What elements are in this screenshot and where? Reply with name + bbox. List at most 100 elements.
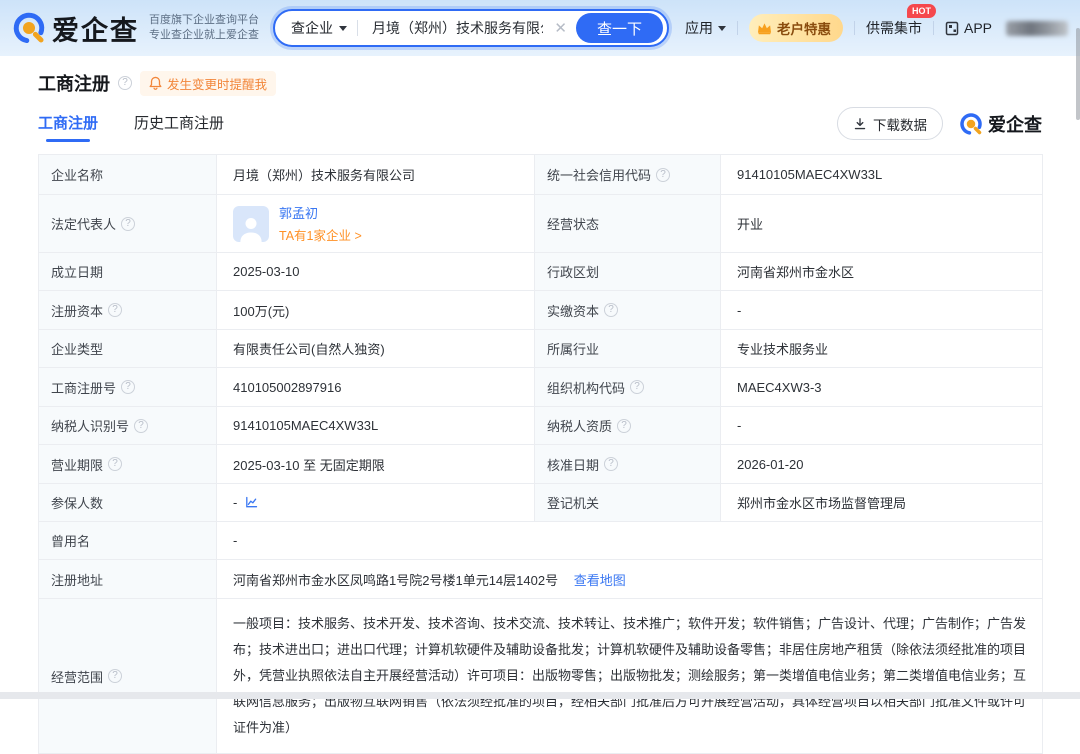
brand-tagline: 百度旗下企业查询平台 专业查企业就上爱企查 [149, 13, 259, 43]
field-label: 成立日期 [51, 262, 103, 281]
user-account-redacted[interactable] [1006, 21, 1068, 36]
field-value: - [737, 303, 741, 318]
table-row: 经营范围 一般项目：技术服务、技术开发、技术咨询、技术交流、技术转让、技术推广；… [39, 599, 1043, 754]
table-row: 注册地址 河南省郑州市金水区凤鸣路1号院2号楼1单元14层1402号 查看地图 [39, 560, 1043, 599]
brand-name: 爱企查 [52, 9, 139, 48]
field-label: 经营范围 [51, 667, 103, 686]
search-category-dropdown[interactable]: 查企业 [291, 18, 347, 38]
field-value: 100万(元) [233, 304, 289, 319]
field-label: 参保人数 [51, 493, 103, 512]
view-map-link[interactable]: 查看地图 [574, 573, 626, 588]
legal-representative-link[interactable]: 郭孟初 [279, 203, 362, 222]
download-icon [853, 117, 867, 131]
help-icon[interactable] [118, 76, 132, 90]
aiqicha-watermark: 爱企查 [959, 111, 1042, 137]
trend-chart-icon[interactable] [245, 496, 258, 509]
table-row: 参保人数 - 登记机关 郑州市金水区市场监督管理局 [39, 484, 1043, 522]
page-bottom-edge [0, 692, 1080, 699]
table-row: 企业类型 有限责任公司(自然人独资) 所属行业 专业技术服务业 [39, 330, 1043, 368]
help-icon[interactable] [108, 669, 122, 683]
help-icon[interactable] [108, 303, 122, 317]
field-value: - [233, 533, 237, 548]
field-value: 2025-03-10 至 无固定期限 [233, 458, 385, 473]
divider [357, 20, 358, 36]
help-icon[interactable] [617, 419, 631, 433]
field-label: 统一社会信用代码 [547, 165, 651, 184]
page-title: 工商注册 [38, 70, 110, 96]
nav-marketplace[interactable]: 供需集市 HOT [866, 18, 922, 38]
help-icon[interactable] [121, 217, 135, 231]
aiqicha-logo-icon [12, 11, 46, 45]
avatar[interactable] [233, 206, 269, 242]
field-label: 核准日期 [547, 455, 599, 474]
clear-search-icon[interactable] [554, 21, 567, 36]
field-label: 所属行业 [547, 339, 599, 358]
tab-business-registration[interactable]: 工商注册 [38, 112, 98, 142]
top-header: 爱企查 百度旗下企业查询平台 专业查企业就上爱企查 查企业 查一下 应用 老户特… [0, 0, 1080, 56]
top-nav: 应用 老户特惠 供需集市 HOT APP [685, 14, 1068, 42]
phone-qr-icon [945, 21, 959, 36]
legal-representative-cell: 郭孟初 TA有1家企业 > [217, 195, 534, 252]
field-value: - [737, 418, 741, 433]
help-icon[interactable] [656, 168, 670, 182]
field-value: - [233, 495, 237, 510]
help-icon[interactable] [604, 303, 618, 317]
person-icon [236, 212, 266, 242]
field-value: 河南省郑州市金水区 [737, 265, 854, 280]
field-label: 工商注册号 [51, 378, 116, 397]
help-icon[interactable] [121, 380, 135, 394]
field-label: 纳税人资质 [547, 416, 612, 435]
table-row: 成立日期 2025-03-10 行政区划 河南省郑州市金水区 [39, 253, 1043, 291]
field-label: 企业类型 [51, 339, 103, 358]
help-icon[interactable] [604, 457, 618, 471]
bell-icon [149, 76, 162, 90]
search-submit-button[interactable]: 查一下 [576, 13, 663, 43]
related-companies-link[interactable]: TA有1家企业 > [279, 225, 362, 244]
help-icon[interactable] [108, 457, 122, 471]
field-value: 专业技术服务业 [737, 342, 828, 357]
chevron-down-icon [718, 26, 726, 31]
scrollbar[interactable] [1076, 28, 1080, 120]
divider [737, 21, 738, 35]
field-label: 纳税人识别号 [51, 416, 129, 435]
change-reminder-button[interactable]: 发生变更时提醒我 [140, 71, 276, 96]
search-category-label: 查企业 [291, 18, 333, 38]
help-icon[interactable] [630, 380, 644, 394]
table-row: 法定代表人 郭孟初 TA有1家企业 > 经营状态 开业 [39, 195, 1043, 253]
table-row: 纳税人识别号 91410105MAEC4XW33L 纳税人资质 - [39, 407, 1043, 445]
field-value: 有限责任公司(自然人独资) [233, 342, 385, 357]
search-input[interactable] [370, 19, 545, 37]
nav-apps[interactable]: 应用 [685, 18, 726, 38]
field-value: 郑州市金水区市场监督管理局 [737, 496, 906, 511]
field-value: 开业 [737, 217, 763, 232]
field-value: 月境（郑州）技术服务有限公司 [233, 168, 415, 183]
tab-history-registration[interactable]: 历史工商注册 [134, 112, 224, 142]
tabs-bar: 工商注册 历史工商注册 下载数据 爱企查 [38, 106, 1042, 142]
table-row: 曾用名 - [39, 522, 1043, 560]
field-label: 实缴资本 [547, 301, 599, 320]
nav-app-download[interactable]: APP [945, 20, 992, 36]
download-data-button[interactable]: 下载数据 [837, 107, 943, 140]
field-label: 组织机构代码 [547, 378, 625, 397]
field-value: 河南省郑州市金水区凤鸣路1号院2号楼1单元14层1402号 [233, 573, 558, 588]
search-bar: 查企业 查一下 [273, 9, 669, 47]
hot-badge: HOT [907, 4, 936, 18]
field-value: 2025-03-10 [233, 264, 300, 279]
field-label: 注册资本 [51, 301, 103, 320]
field-value: 2026-01-20 [737, 457, 804, 472]
field-label: 曾用名 [51, 531, 90, 550]
help-icon[interactable] [134, 419, 148, 433]
field-label: 注册地址 [51, 570, 103, 589]
aiqicha-logo[interactable]: 爱企查 百度旗下企业查询平台 专业查企业就上爱企查 [12, 9, 259, 48]
field-value: 91410105MAEC4XW33L [737, 167, 882, 182]
section-header: 工商注册 发生变更时提醒我 [38, 70, 1042, 96]
field-label: 企业名称 [51, 165, 103, 184]
field-value: MAEC4XW3-3 [737, 380, 822, 395]
nav-member-promo[interactable]: 老户特惠 [749, 14, 843, 42]
table-row: 注册资本 100万(元) 实缴资本 - [39, 291, 1043, 330]
field-label: 营业期限 [51, 455, 103, 474]
chevron-down-icon [339, 26, 347, 31]
business-scope-text: 一般项目：技术服务、技术开发、技术咨询、技术交流、技术转让、技术推广；软件开发；… [217, 599, 1042, 753]
table-row: 工商注册号 410105002897916 组织机构代码 MAEC4XW3-3 [39, 368, 1043, 407]
divider [854, 21, 855, 35]
